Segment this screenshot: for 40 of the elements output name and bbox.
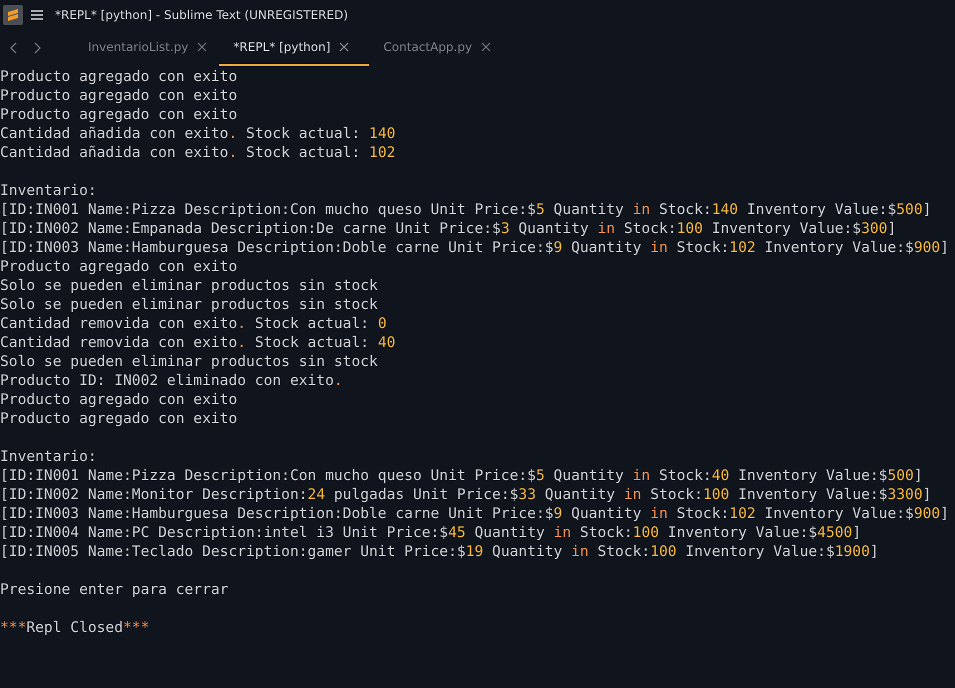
- tab-label: InventarioList.py: [88, 40, 188, 54]
- console-line: ***Repl Closed***: [0, 618, 150, 637]
- editor-tab[interactable]: ContactApp.py: [369, 30, 504, 66]
- console-line: Producto agregado con exito: [0, 409, 238, 428]
- console-line: Solo se pueden eliminar productos sin stock: [0, 276, 378, 295]
- tab-label: *REPL* [python]: [233, 40, 330, 54]
- close-icon[interactable]: [197, 42, 208, 52]
- tab-label: ContactApp.py: [383, 40, 472, 54]
- console-line: [ID:IN002 Name:Monitor Description:24 pulgadas Unit Price:$33 Quantity in Stock:100 Inventory Value:$3300]: [0, 485, 932, 504]
- console-line: Solo se pueden eliminar productos sin stock: [0, 352, 378, 371]
- console-line: [ID:IN003 Name:Hamburguesa Description:Doble carne Unit Price:$9 Quantity in Stock:102 Inventory Value:$900]: [0, 238, 949, 257]
- console-line: [ID:IN001 Name:Pizza Description:Con mucho queso Unit Price:$5 Quantity in Stock:40 Inventory Value:$500]: [0, 466, 923, 485]
- console-line: Solo se pueden eliminar productos sin stock: [0, 295, 378, 314]
- window-title: *REPL* [python] - Sublime Text (UNREGISTERED): [55, 8, 348, 22]
- console-line: [ID:IN001 Name:Pizza Description:Con mucho queso Unit Price:$5 Quantity in Stock:140 Inventory Value:$500]: [0, 200, 932, 219]
- console-line: Inventario:: [0, 181, 97, 200]
- forward-icon[interactable]: [33, 42, 41, 54]
- console-line: [ID:IN003 Name:Hamburguesa Description:Doble carne Unit Price:$9 Quantity in Stock:102 Inventory Value:$900]: [0, 504, 949, 523]
- console-line: Producto agregado con exito: [0, 67, 238, 86]
- console-line: [ID:IN002 Name:Empanada Description:De carne Unit Price:$3 Quantity in Stock:100 Inventory Value:$300]: [0, 219, 896, 238]
- console-line: Cantidad removida con exito. Stock actual: 0: [0, 314, 387, 333]
- editor-tab[interactable]: *REPL* [python]: [219, 30, 370, 66]
- console-line: Producto agregado con exito: [0, 257, 238, 276]
- console-line: Producto agregado con exito: [0, 86, 238, 105]
- console-line: Cantidad añadida con exito. Stock actual: 102: [0, 143, 396, 162]
- app-logo-icon: [3, 5, 23, 25]
- console-line: [ID:IN005 Name:Teclado Description:gamer Unit Price:$19 Quantity in Stock:100 Inventory Value:$1900]: [0, 542, 879, 561]
- back-icon[interactable]: [10, 42, 18, 54]
- console-line: Cantidad removida con exito. Stock actual: 40: [0, 333, 396, 352]
- console-line: [ID:IN004 Name:PC Description:intel i3 Unit Price:$45 Quantity in Stock:100 Inventory Value:$4500]: [0, 523, 862, 542]
- close-icon[interactable]: [481, 42, 492, 52]
- console-line: Cantidad añadida con exito. Stock actual: 140: [0, 124, 396, 143]
- menu-icon[interactable]: [31, 10, 43, 20]
- editor-tab[interactable]: InventarioList.py: [70, 30, 220, 66]
- console-line: Producto ID: IN002 eliminado con exito.: [0, 371, 343, 390]
- console-line: Inventario:: [0, 447, 97, 466]
- console-line: Producto agregado con exito: [0, 390, 238, 409]
- close-icon[interactable]: [339, 42, 350, 52]
- console-line: Producto agregado con exito: [0, 105, 238, 124]
- console-line: Presione enter para cerrar: [0, 580, 228, 599]
